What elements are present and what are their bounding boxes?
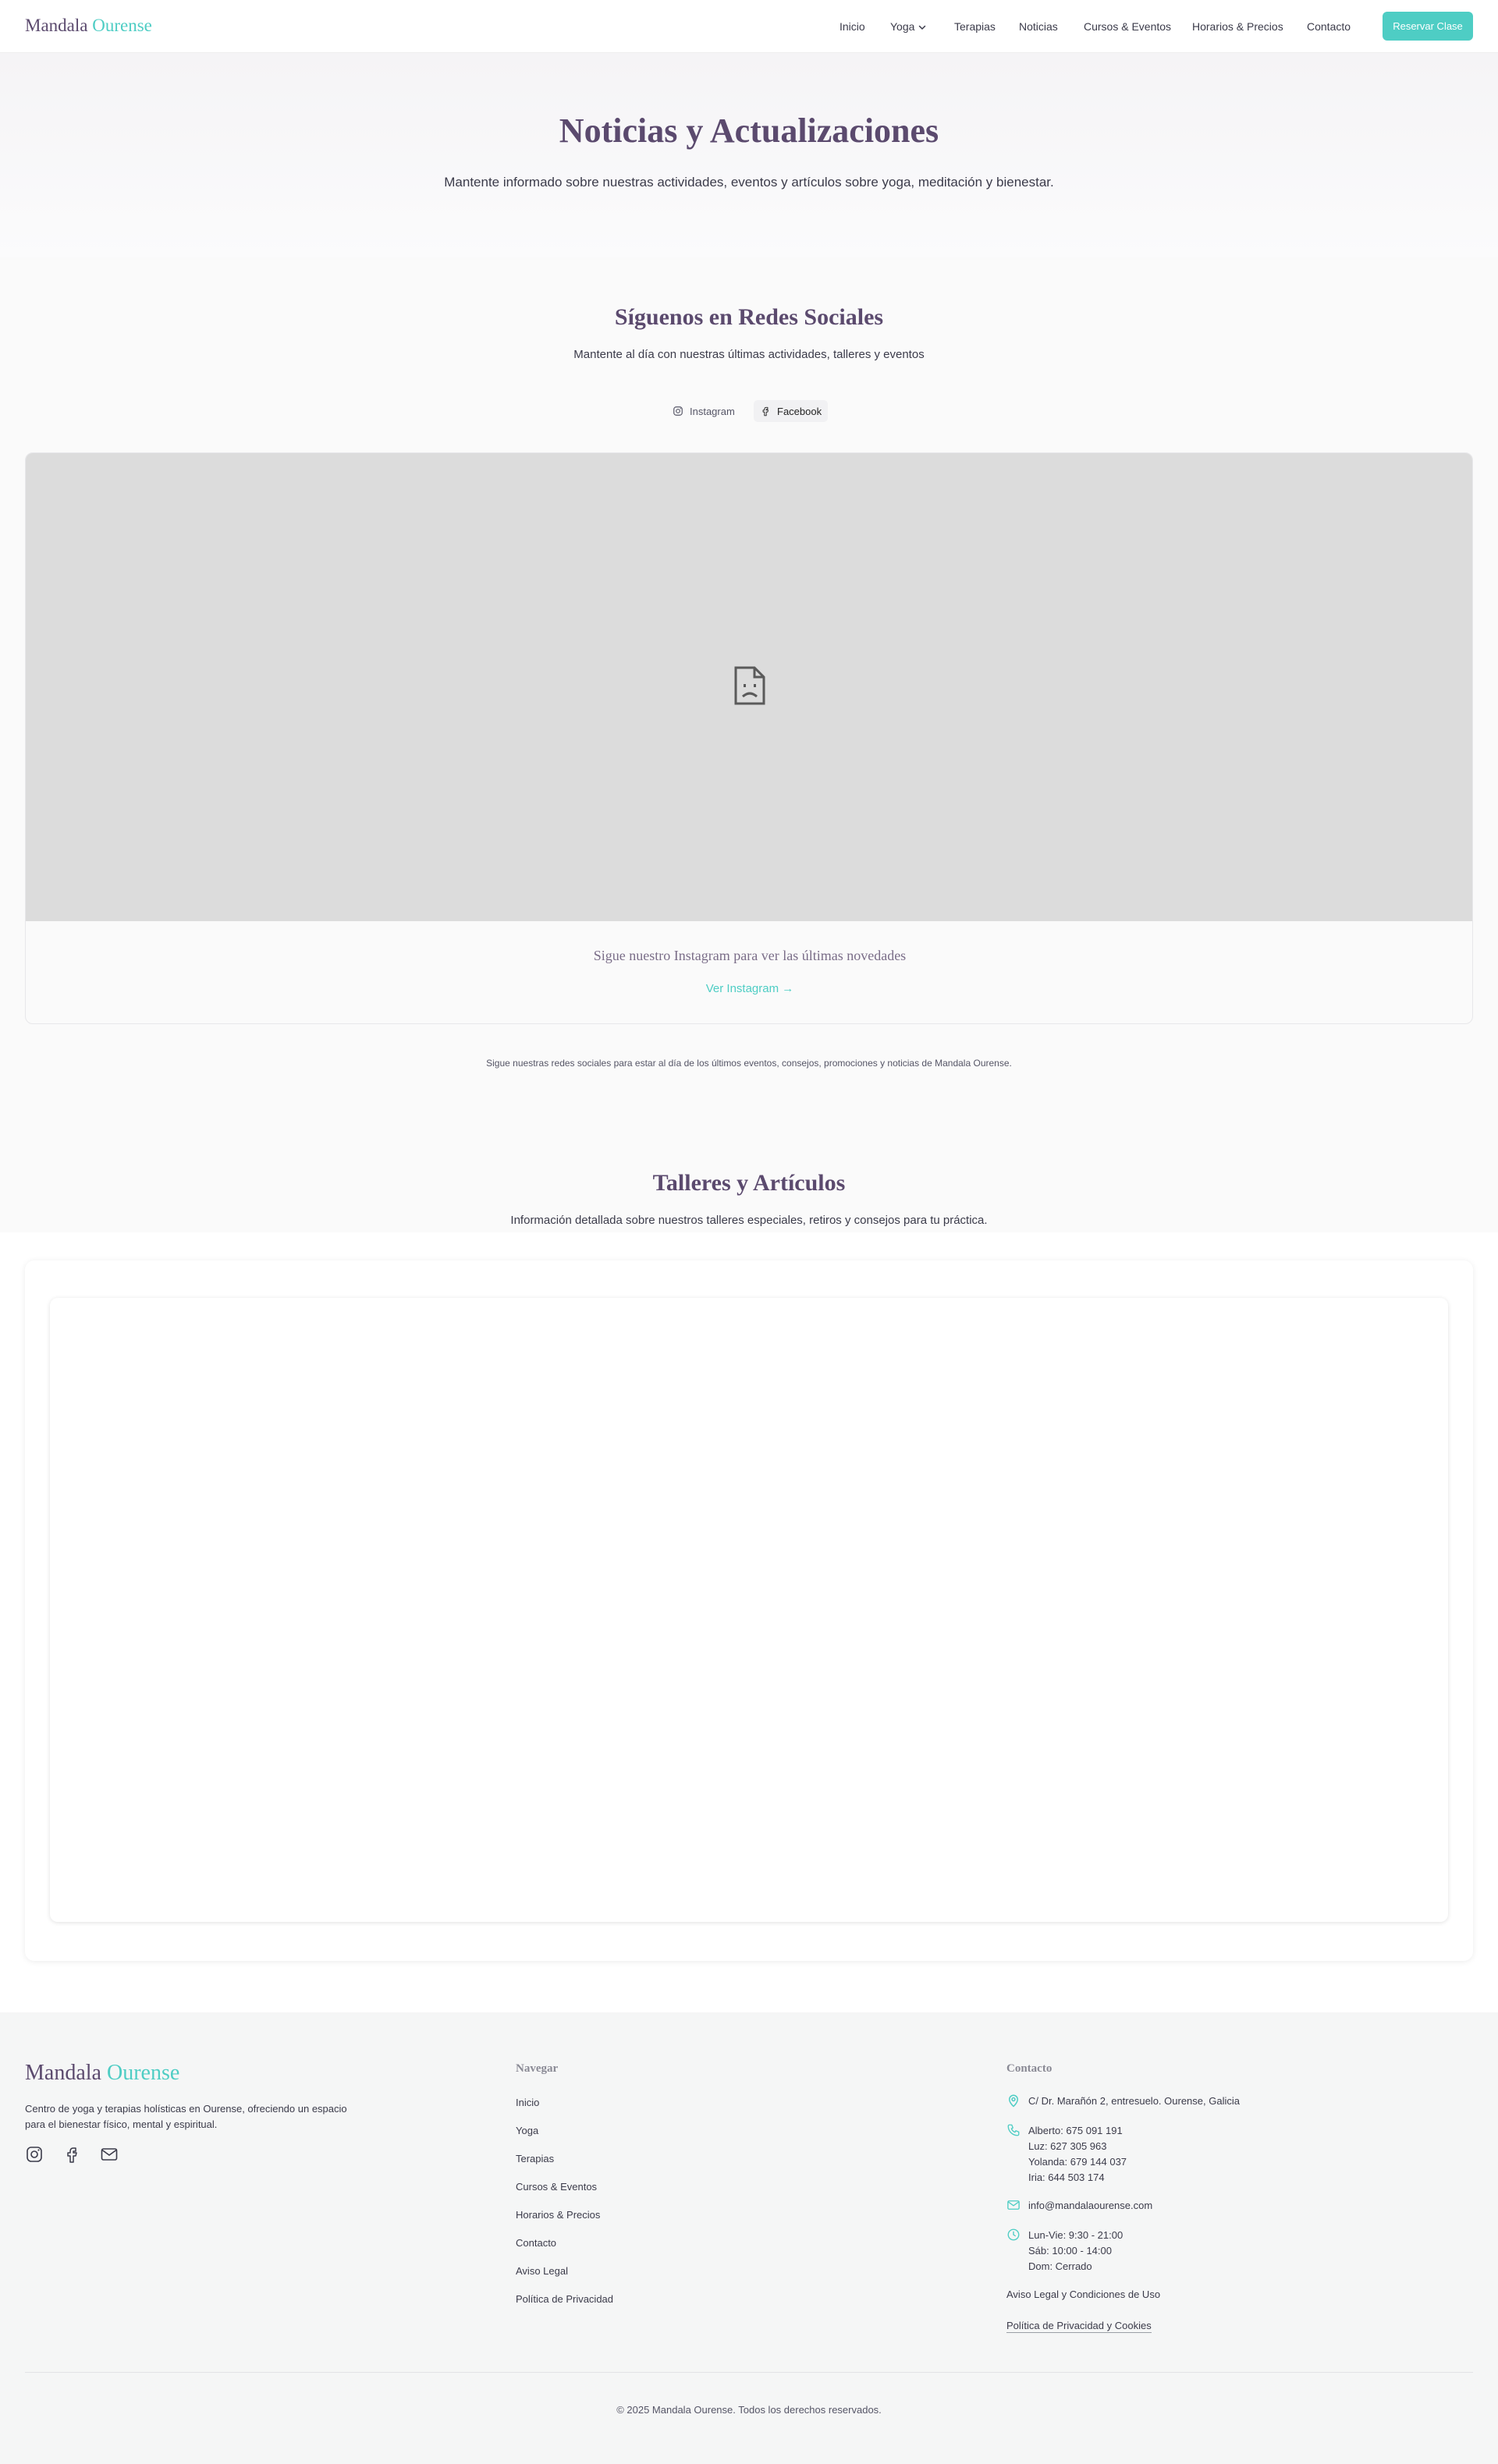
site-footer: Mandala Ourense Centro de yoga y terapia… xyxy=(0,2012,1498,2464)
top-navigation-bar: Mandala Ourense Inicio Yoga Terapias Not… xyxy=(0,0,1498,53)
page-title: Noticias y Actualizaciones xyxy=(559,112,939,150)
tab-facebook[interactable]: Facebook xyxy=(754,400,829,422)
site-logo[interactable]: Mandala Ourense xyxy=(25,16,152,36)
mail-icon xyxy=(1007,2200,1020,2210)
copyright-text: © 2025 Mandala Ourense. Todos los derech… xyxy=(616,2404,882,2416)
footer-link-politica-privacidad[interactable]: Política de Privacidad xyxy=(516,2293,613,2305)
hours-weekdays: Lun-Vie: 9:30 - 21:00 xyxy=(1028,2229,1124,2241)
nav-link-inicio[interactable]: Inicio xyxy=(840,20,865,36)
email-link[interactable]: info@mandalaourense.com xyxy=(1028,2200,1152,2211)
phone-alberto[interactable]: Alberto: 675 091 191 xyxy=(1028,2123,1127,2139)
logo-text-primary: Mandala xyxy=(25,16,88,35)
footer-logo-text-accent: Ourense xyxy=(106,2061,180,2085)
footer-social-links xyxy=(25,2145,119,2164)
contact-email: info@mandalaourense.com xyxy=(1006,2198,1152,2214)
nav-link-terapias[interactable]: Terapias xyxy=(954,20,996,36)
facebook-icon[interactable] xyxy=(62,2145,81,2164)
tab-instagram-label: Instagram xyxy=(690,405,735,417)
instagram-icon[interactable] xyxy=(25,2145,44,2164)
footer-logo-text-primary: Mandala xyxy=(25,2061,101,2085)
footer-link-cursos-eventos[interactable]: Cursos & Eventos xyxy=(516,2181,597,2193)
footer-contact-heading: Contacto xyxy=(1006,2062,1053,2075)
footer-link-aviso-legal[interactable]: Aviso Legal xyxy=(516,2265,568,2277)
hours-saturday: Sáb: 10:00 - 14:00 xyxy=(1028,2245,1112,2257)
footer-aviso-legal-link[interactable]: Aviso Legal y Condiciones de Uso xyxy=(1006,2289,1160,2300)
chevron-down-icon xyxy=(919,26,926,30)
nav-link-cursos-eventos[interactable]: Cursos & Eventos xyxy=(1084,20,1171,36)
instagram-embed-frame[interactable] xyxy=(26,453,1472,921)
nav-link-contacto[interactable]: Contacto xyxy=(1307,20,1351,36)
hours-sunday: Dom: Cerrado xyxy=(1028,2260,1092,2272)
footer-privacidad-cookies-link[interactable]: Política de Privacidad y Cookies xyxy=(1006,2320,1152,2333)
social-section-subtitle: Mantente al día con nuestras últimas act… xyxy=(573,348,925,361)
nav-link-noticias[interactable]: Noticias xyxy=(1019,20,1058,36)
reservar-clase-button[interactable]: Reservar Clase xyxy=(1383,12,1473,41)
articles-section-title: Talleres y Artículos xyxy=(652,1170,846,1196)
footer-nav-heading: Navegar xyxy=(516,2062,559,2075)
phone-iria[interactable]: Iria: 644 503 174 xyxy=(1028,2170,1127,2186)
nav-link-horarios-precios[interactable]: Horarios & Precios xyxy=(1192,20,1283,36)
hero-section xyxy=(0,53,1498,257)
tab-instagram[interactable]: Instagram xyxy=(666,400,741,422)
logo-text-accent: Ourense xyxy=(92,16,152,35)
nav-link-yoga[interactable]: Yoga xyxy=(890,20,927,36)
footer-link-terapias[interactable]: Terapias xyxy=(516,2153,554,2164)
contact-phones: Alberto: 675 091 191 Luz: 627 305 963 Yo… xyxy=(1006,2123,1127,2186)
instagram-icon xyxy=(673,406,683,416)
contact-hours: Lun-Vie: 9:30 - 21:00 Sáb: 10:00 - 14:00… xyxy=(1006,2228,1123,2274)
instagram-embed-caption: Sigue nuestro Instagram para ver las últ… xyxy=(593,948,907,963)
footer-divider xyxy=(25,2372,1473,2373)
footer-link-inicio[interactable]: Inicio xyxy=(516,2097,539,2108)
footer-link-yoga[interactable]: Yoga xyxy=(516,2125,538,2136)
social-footnote: Sigue nuestras redes sociales para estar… xyxy=(486,1058,1012,1069)
instagram-embed-card: Sigue nuestro Instagram para ver las últ… xyxy=(25,452,1473,1024)
ver-instagram-link[interactable]: Ver Instagram → xyxy=(26,982,1472,995)
nav-link-yoga-label: Yoga xyxy=(890,20,915,33)
broken-document-icon xyxy=(734,666,765,705)
footer-description: Centro de yoga y terapias holísticas en … xyxy=(25,2103,347,2130)
phone-yolanda[interactable]: Yolanda: 679 144 037 xyxy=(1028,2154,1127,2170)
articles-embed-frame[interactable] xyxy=(50,1298,1448,1922)
mail-icon[interactable] xyxy=(100,2145,119,2164)
facebook-icon xyxy=(762,406,769,417)
articles-section-subtitle: Información detallada sobre nuestros tal… xyxy=(510,1214,988,1227)
page-subtitle: Mantente informado sobre nuestras activi… xyxy=(444,175,1054,190)
contact-address: C/ Dr. Marañón 2, entresuelo. Ourense, G… xyxy=(1006,2094,1240,2109)
clock-icon xyxy=(1007,2228,1020,2241)
social-section-title: Síguenos en Redes Sociales xyxy=(614,304,884,330)
footer-logo[interactable]: Mandala Ourense xyxy=(25,2061,179,2086)
footer-link-contacto[interactable]: Contacto xyxy=(516,2237,556,2249)
address-text: C/ Dr. Marañón 2, entresuelo. Ourense, G… xyxy=(1028,2095,1240,2107)
tab-facebook-label: Facebook xyxy=(777,405,822,417)
footer-link-horarios-precios[interactable]: Horarios & Precios xyxy=(516,2209,600,2221)
articles-container xyxy=(25,1260,1473,1961)
phone-luz[interactable]: Luz: 627 305 963 xyxy=(1028,2139,1127,2154)
map-pin-icon xyxy=(1008,2094,1019,2108)
phone-icon xyxy=(1007,2124,1020,2136)
